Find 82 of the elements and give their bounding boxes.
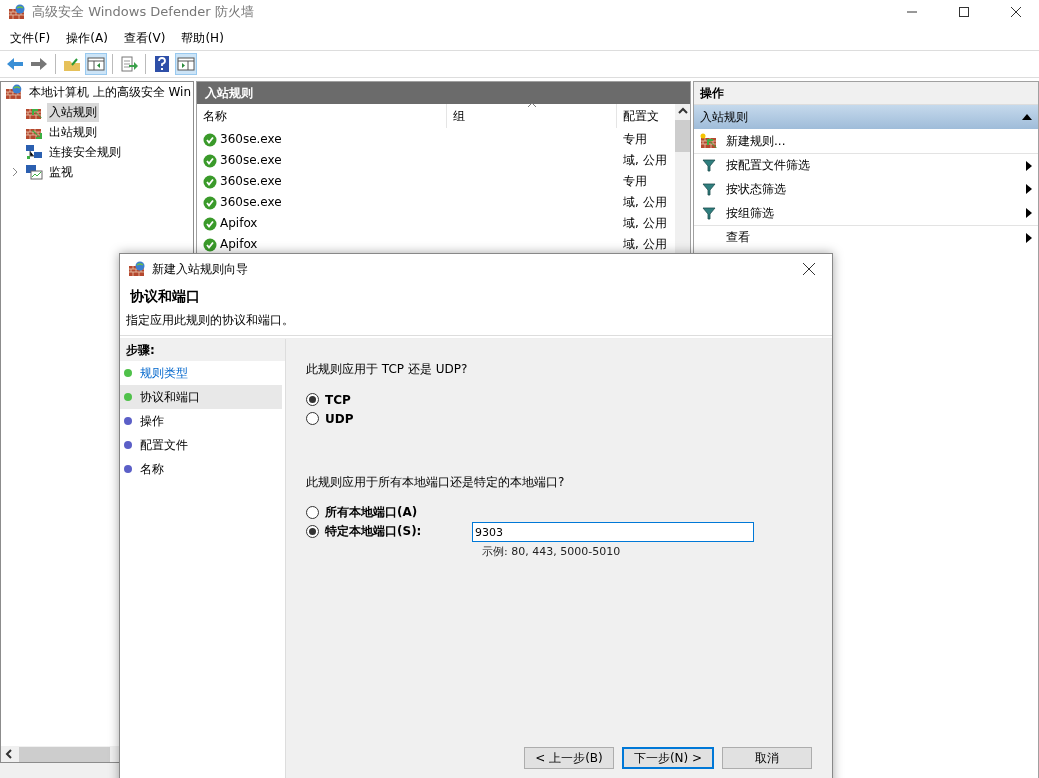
dialog-title: 新建入站规则向导 <box>152 260 248 278</box>
panel-icon <box>177 57 195 71</box>
submenu-arrow-icon <box>1026 232 1032 243</box>
question-text: 此规则应用于 TCP 还是 UDP? <box>306 361 469 378</box>
export-icon <box>120 56 138 72</box>
filter-icon <box>702 182 716 196</box>
table-cell: Apifox <box>220 217 258 230</box>
table-cell: 360se.exe <box>220 154 282 167</box>
table-cell: 360se.exe <box>220 175 282 188</box>
panel-icon <box>87 57 105 71</box>
menu-item[interactable]: 文件(F) <box>2 29 59 47</box>
forward-arrow-icon <box>30 57 48 71</box>
new-rule-icon <box>700 133 718 149</box>
toolbar-button[interactable] <box>118 53 140 75</box>
action-item[interactable]: 按配置文件筛选 <box>694 153 1038 177</box>
network-computers-icon <box>25 144 43 160</box>
pane-header: 操作 <box>694 82 1038 105</box>
table-cell: 360se.exe <box>220 196 282 209</box>
dialog-subtitle: 指定应用此规则的协议和端口。 <box>126 312 295 329</box>
submenu-arrow-icon <box>1026 184 1032 194</box>
radio-button[interactable]: UDP <box>306 409 354 428</box>
step-link[interactable]: 规则类型 <box>140 364 188 382</box>
menu-item[interactable]: 操作(A) <box>58 29 116 47</box>
firewall-icon <box>8 4 26 20</box>
action-item[interactable]: 按状态筛选 <box>694 177 1038 201</box>
window-title: 高级安全 Windows Defender 防火墙 <box>32 3 254 21</box>
hint-text: 示例: 80, 443, 5000-5010 <box>482 544 622 559</box>
table-cell-text: 专用 <box>622 133 648 146</box>
table-cell-text: 域, 公用 <box>622 196 668 209</box>
dialog-button[interactable]: < 上一步(B) <box>524 747 614 769</box>
close-icon[interactable] <box>1011 7 1021 17</box>
dialog-button[interactable]: 取消 <box>722 747 812 769</box>
menu-item[interactable]: 查看(V) <box>115 29 174 47</box>
port-field[interactable]: 9303 <box>472 522 754 542</box>
submenu-arrow-icon <box>1026 160 1032 171</box>
steps-title: 步骤: <box>120 339 285 361</box>
action-item[interactable]: 按组筛选 <box>694 201 1038 225</box>
menu-item[interactable]: 帮助(H) <box>173 29 232 47</box>
step-item[interactable]: 操作 <box>140 412 164 430</box>
table-cell-text: 域, 公用 <box>622 217 668 230</box>
toolbar-button[interactable] <box>175 53 197 75</box>
radio-button[interactable]: 特定本地端口(S): <box>306 522 472 541</box>
close-icon[interactable] <box>803 263 815 275</box>
radio-button[interactable]: TCP <box>306 390 351 409</box>
column-header[interactable]: 名称 <box>197 104 447 128</box>
pane-header: 入站规则 <box>197 82 690 104</box>
scrollbar-thumb[interactable] <box>19 746 110 762</box>
step-item[interactable]: 配置文件 <box>140 436 188 454</box>
section-header[interactable]: 入站规则 <box>694 105 1038 129</box>
tree-item[interactable]: 出站规则 <box>47 122 99 142</box>
help-icon <box>154 55 170 73</box>
action-item[interactable]: 新建规则... <box>694 129 1038 153</box>
column-header[interactable]: 组 <box>447 104 617 128</box>
table-cell-text: 域, 公用 <box>622 238 668 251</box>
table-cell-text: 专用 <box>622 175 648 188</box>
collapse-icon[interactable] <box>1022 114 1032 120</box>
scrollbar-thumb[interactable] <box>675 120 690 152</box>
tree-item[interactable]: 本地计算机 上的高级安全 Win <box>26 82 193 102</box>
tree-item[interactable]: 入站规则 <box>47 102 99 122</box>
firewall-icon <box>128 261 146 277</box>
firewall-icon <box>5 84 23 100</box>
table-cell-text: 域, 公用 <box>622 154 668 167</box>
sort-caret-icon <box>527 102 537 108</box>
column-header[interactable]: 配置文 <box>617 104 669 128</box>
filter-icon <box>702 159 716 172</box>
action-item[interactable]: 查看 <box>694 225 1038 249</box>
question-text: 此规则应用于所有本地端口还是特定的本地端口? <box>306 474 566 491</box>
dialog-button[interactable]: 下一步(N) > <box>622 747 714 769</box>
tree-item[interactable]: 监视 <box>47 162 75 182</box>
dialog-heading: 协议和端口 <box>130 288 201 306</box>
folder-icon <box>63 56 81 72</box>
back-arrow-icon <box>6 57 24 71</box>
monitor-icon <box>25 164 43 180</box>
table-cell: Apifox <box>220 238 258 251</box>
step-item[interactable]: 名称 <box>140 460 164 478</box>
table-cell: 360se.exe <box>220 133 282 146</box>
maximize-icon[interactable] <box>959 7 969 17</box>
tree-item[interactable]: 连接安全规则 <box>47 142 123 162</box>
submenu-arrow-icon <box>1026 208 1032 218</box>
filter-icon <box>702 206 716 220</box>
radio-button[interactable]: 所有本地端口(A) <box>306 503 418 522</box>
toolbar-button[interactable] <box>85 53 107 75</box>
